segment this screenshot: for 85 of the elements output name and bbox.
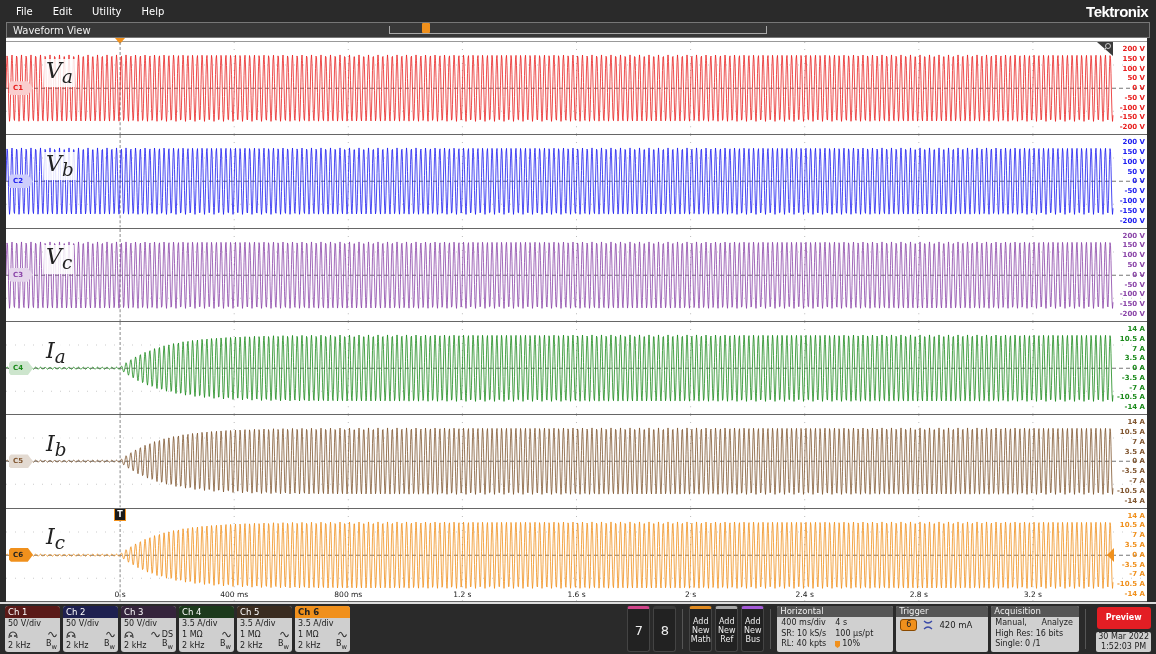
channel-title: Ch 1 bbox=[5, 606, 60, 618]
trigger-level-arrow-icon[interactable] bbox=[1107, 547, 1114, 562]
channel-card[interactable]: Ch 4 3.5 A/div 1 MΩ 2 kHz B$_{w}$ bbox=[179, 606, 234, 652]
trace-label: V$_{c}$ bbox=[44, 245, 75, 274]
horizontal-panel[interactable]: Horizontal 400 ms/div 4 s SR: 10 kS/s 100 µs/pt RL: 40 kpts 10% bbox=[777, 606, 894, 652]
channel-slot-button[interactable]: 7 bbox=[627, 606, 651, 652]
bandwidth-label: B$_{w}$ bbox=[220, 639, 231, 652]
overview-bracket[interactable] bbox=[389, 26, 767, 34]
bandwidth-label: B$_{w}$ bbox=[278, 639, 289, 652]
trigger-level: 420 mA bbox=[939, 620, 973, 630]
bandwidth-label: B$_{w}$ bbox=[46, 639, 57, 652]
trace-label: V$_{a}$ bbox=[44, 58, 75, 88]
input-impedance: 1 MΩ bbox=[182, 629, 203, 640]
acquisition-action: Analyze bbox=[1041, 618, 1074, 629]
channel-slot-button[interactable]: 8 bbox=[653, 606, 677, 652]
bandwidth-limit: 2 kHz bbox=[8, 640, 31, 651]
menu-item[interactable]: Utility bbox=[84, 3, 130, 19]
vertical-scale: 50 V/div bbox=[8, 618, 41, 629]
trigger-position-marker[interactable] bbox=[422, 23, 430, 33]
channel-card[interactable]: Ch 6 3.5 A/div 1 MΩ 2 kHz B$_{w}$ bbox=[295, 606, 350, 652]
time-per-point: 100 µs/pt bbox=[835, 628, 875, 639]
sample-rate: SR: 10 kS/s bbox=[781, 628, 828, 639]
sine-wave-icon bbox=[48, 631, 57, 638]
channel-title: Ch 2 bbox=[63, 606, 118, 618]
bandwidth-limit: 2 kHz bbox=[124, 640, 147, 651]
menu-item[interactable]: Help bbox=[133, 3, 173, 19]
panel-title: Trigger bbox=[896, 606, 989, 617]
probe-icon bbox=[8, 630, 18, 639]
bandwidth-limit: 2 kHz bbox=[66, 640, 89, 651]
panel-title: Acquisition bbox=[991, 606, 1080, 617]
sine-wave-icon bbox=[222, 631, 231, 638]
acquisition-panel[interactable]: Acquisition Manual, Analyze High Res: 16 bits Single: 0 /1 bbox=[991, 606, 1080, 652]
channel-title: Ch 3 bbox=[121, 606, 176, 618]
zoom-icon[interactable] bbox=[1097, 42, 1113, 56]
channel-card[interactable]: Ch 3 50 V/div DS 2 kHz B$_{w}$ bbox=[121, 606, 176, 652]
menu-item[interactable]: File bbox=[8, 3, 41, 19]
trigger-panel[interactable]: Trigger 6 420 mA bbox=[896, 606, 989, 652]
coupling-label: DS bbox=[161, 629, 173, 639]
channel-title: Ch 4 bbox=[179, 606, 234, 618]
date: 30 Mar 2022 bbox=[1098, 631, 1149, 642]
panel-title: Horizontal bbox=[777, 606, 894, 617]
vertical-scale: 3.5 A/div bbox=[298, 618, 334, 629]
bandwidth-label: B$_{w}$ bbox=[162, 639, 173, 652]
horizontal-scale: 400 ms/div bbox=[781, 618, 827, 629]
time: 1:52:03 PM bbox=[1100, 641, 1148, 652]
trace-label: V$_{b}$ bbox=[44, 151, 76, 181]
vertical-scale: 50 V/div bbox=[124, 618, 157, 629]
input-impedance: 1 MΩ bbox=[298, 629, 319, 640]
brand-logo: Tektronix bbox=[1086, 2, 1148, 20]
channel-card[interactable]: Ch 2 50 V/div 2 kHz B$_{w}$ bbox=[63, 606, 118, 652]
add-new-button[interactable]: Add New Math bbox=[689, 606, 713, 652]
sine-wave-icon bbox=[150, 631, 160, 638]
vertical-scale: 3.5 A/div bbox=[182, 618, 218, 629]
record-length: RL: 40 kpts bbox=[781, 639, 828, 650]
view-title: Waveform View bbox=[13, 24, 91, 36]
add-new-button[interactable]: Add New Ref bbox=[715, 606, 739, 652]
acquisition-mode: Manual, bbox=[995, 618, 1028, 629]
bandwidth-label: B$_{w}$ bbox=[104, 639, 115, 652]
channel-title: Ch 5 bbox=[237, 606, 292, 618]
trigger-position: 10% bbox=[842, 639, 861, 650]
trace-label: I$_{c}$ bbox=[44, 525, 67, 554]
trigger-source: 6 bbox=[900, 619, 918, 631]
channel-title: Ch 6 bbox=[295, 606, 350, 618]
vertical-scale: 50 V/div bbox=[66, 618, 99, 629]
input-impedance: 1 MΩ bbox=[240, 629, 261, 640]
bandwidth-limit: 2 kHz bbox=[182, 640, 205, 651]
trigger-position-icon bbox=[835, 640, 841, 648]
record-duration: 4 s bbox=[835, 618, 849, 629]
acquisition-resolution: High Res: 16 bits bbox=[995, 628, 1065, 639]
sine-wave-icon bbox=[106, 631, 115, 638]
channel-card[interactable]: Ch 5 3.5 A/div 1 MΩ 2 kHz B$_{w}$ bbox=[237, 606, 292, 652]
probe-icon bbox=[124, 630, 134, 639]
sine-wave-icon bbox=[280, 631, 289, 638]
bandwidth-limit: 2 kHz bbox=[240, 640, 263, 651]
channel-card[interactable]: Ch 1 50 V/div 2 kHz B$_{w}$ bbox=[5, 606, 60, 652]
bandwidth-limit: 2 kHz bbox=[298, 640, 321, 651]
menu-item[interactable]: Edit bbox=[44, 3, 81, 19]
edge-crossing-icon bbox=[923, 620, 934, 630]
bandwidth-label: B$_{w}$ bbox=[336, 639, 347, 652]
probe-icon bbox=[66, 630, 76, 639]
sine-wave-icon bbox=[338, 631, 347, 638]
add-new-button[interactable]: Add New Bus bbox=[741, 606, 765, 652]
vertical-scale: 3.5 A/div bbox=[240, 618, 276, 629]
acquisition-count: Single: 0 /1 bbox=[995, 639, 1042, 650]
preview-button[interactable]: Preview bbox=[1096, 606, 1151, 629]
